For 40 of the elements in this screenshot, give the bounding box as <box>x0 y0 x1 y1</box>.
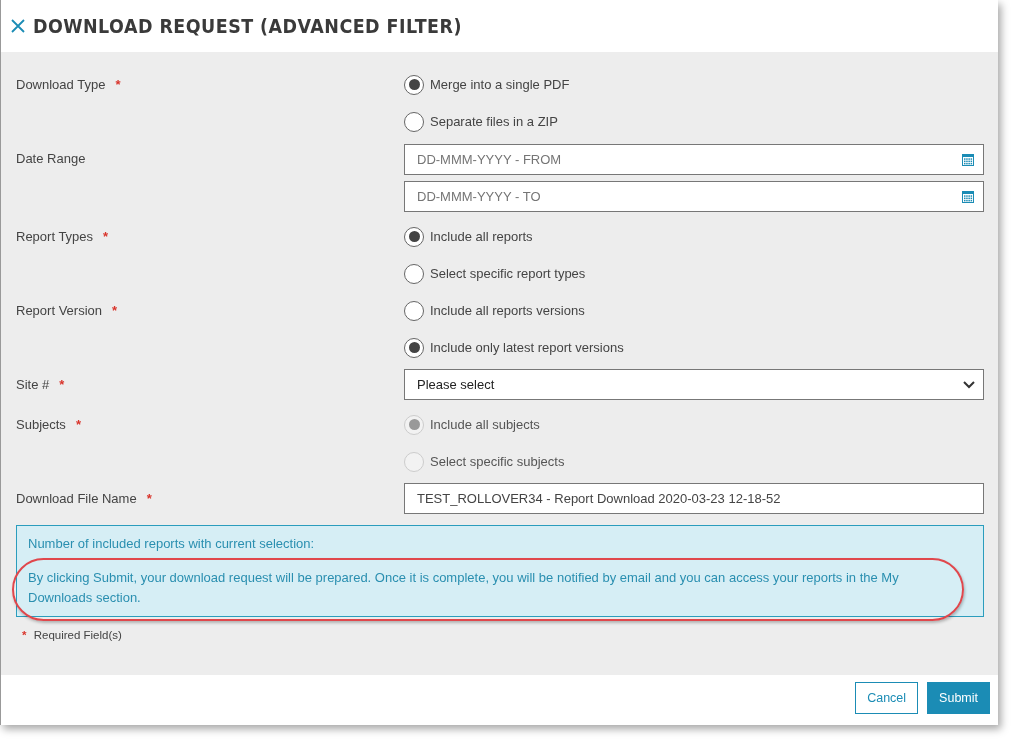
file-name-field[interactable]: TEST_ROLLOVER34 - Report Download 2020-03-23 12-18-52 <box>404 483 984 514</box>
required-asterisk: * <box>111 301 118 320</box>
required-asterisk: * <box>58 375 65 394</box>
field-label: Download Type <box>16 75 106 94</box>
dialog-title: DOWNLOAD REQUEST (ADVANCED FILTER) <box>33 13 462 39</box>
required-asterisk: * <box>145 489 152 508</box>
radio-label[interactable]: Select specific report types <box>430 263 586 284</box>
date-input-field[interactable]: DD-MMM-YYYY - TO <box>404 181 984 212</box>
required-asterisk: * <box>74 415 81 434</box>
field-label: Report Version <box>16 301 102 320</box>
radio-button[interactable] <box>404 74 424 95</box>
calendar-icon[interactable] <box>962 191 974 203</box>
close-icon[interactable] <box>11 19 25 33</box>
required-asterisk: * <box>114 75 121 94</box>
info-text: Number of included reports with current selection: <box>28 535 316 553</box>
required-asterisk: * <box>22 629 27 642</box>
radio-button[interactable] <box>404 111 424 132</box>
field-label: Download File Name <box>16 489 137 508</box>
field-label: Date Range <box>16 149 86 168</box>
radio-label[interactable]: Merge into a single PDF <box>430 74 570 95</box>
calendar-icon[interactable] <box>962 154 974 166</box>
date-input-field[interactable]: DD-MMM-YYYY - FROM <box>404 144 984 175</box>
required-asterisk: * <box>102 227 109 246</box>
chevron-down-icon <box>963 380 975 389</box>
radio-button[interactable] <box>404 226 424 247</box>
field-label: Report Types <box>16 227 94 246</box>
radio-button[interactable] <box>404 263 424 284</box>
submit-button[interactable]: Submit <box>927 682 990 714</box>
radio-label[interactable]: Include only latest report versions <box>430 337 624 358</box>
radio-button[interactable] <box>404 337 424 358</box>
field-label: Subjects <box>16 415 66 434</box>
site-select[interactable]: Please select <box>404 369 984 400</box>
cancel-button[interactable]: Cancel <box>855 682 919 714</box>
radio-label[interactable]: Separate files in a ZIP <box>430 111 558 132</box>
required-note: Required Field(s) <box>32 629 122 642</box>
field-label: Site # <box>16 375 50 394</box>
radio-label[interactable]: Include all reports versions <box>430 300 585 321</box>
radio-button[interactable] <box>404 300 424 321</box>
info-text: By clicking Submit, your download request will be prepared. Once it is complete, you will be notified by email and you can access your reports in the My Downloads section. <box>28 569 900 608</box>
radio-label[interactable]: Include all reports <box>430 226 533 247</box>
